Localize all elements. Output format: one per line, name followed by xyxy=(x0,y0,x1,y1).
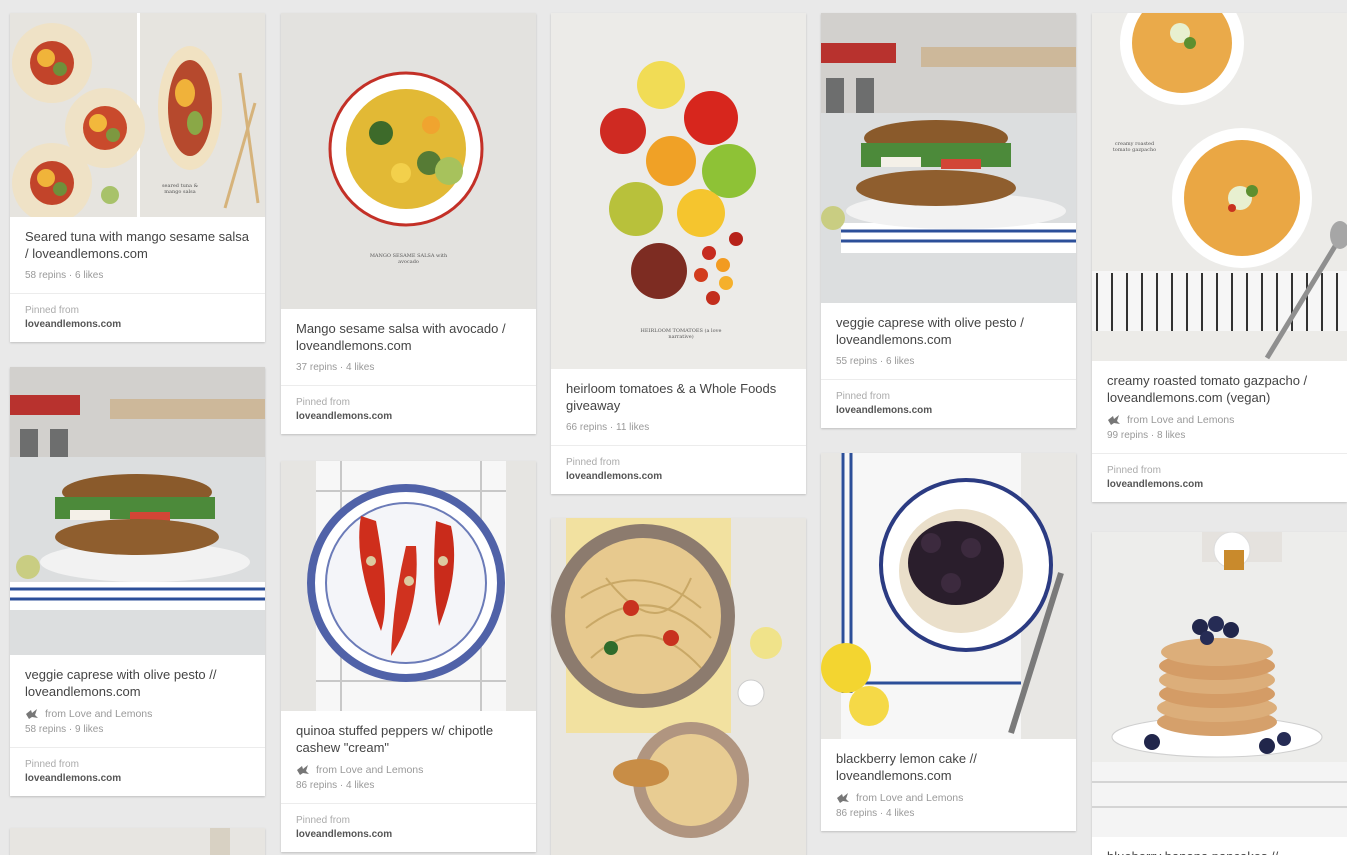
pinned-from[interactable]: Pinned from loveandlemons.com xyxy=(281,803,536,852)
pin-card[interactable]: HEIRLOOM TOMATOES (a love narrative) hei… xyxy=(551,13,806,494)
pin-description[interactable]: veggie caprese with olive pesto / lovean… xyxy=(821,303,1076,356)
pinned-from-domain[interactable]: loveandlemons.com xyxy=(1107,478,1332,492)
pin-image[interactable]: seared tuna & mango salsa xyxy=(10,13,265,217)
pin-image[interactable] xyxy=(1092,532,1347,837)
pinned-from[interactable]: Pinned from loveandlemons.com xyxy=(821,379,1076,428)
stuffed-peppers-photo xyxy=(281,461,536,711)
pinned-from-label: Pinned from xyxy=(25,759,79,770)
pin-stats: 58 repins · 6 likes xyxy=(25,270,104,281)
pinned-from[interactable]: Pinned from loveandlemons.com xyxy=(1092,453,1347,502)
pin-description[interactable]: heirloom tomatoes & a Whole Foods giveaw… xyxy=(551,369,806,422)
pin-stats: 99 repins · 8 likes xyxy=(1107,430,1186,441)
pin-via[interactable]: from Love and Lemons xyxy=(821,792,1076,808)
caprese-sandwich-photo xyxy=(821,13,1076,303)
pin-image[interactable] xyxy=(821,13,1076,303)
pin-via-text[interactable]: from Love and Lemons xyxy=(316,764,423,776)
pin-card[interactable]: blackberry lemon cake // loveandlemons.c… xyxy=(821,453,1076,831)
pin-via[interactable]: from Love and Lemons xyxy=(1092,414,1347,430)
pinned-from-label: Pinned from xyxy=(296,397,350,408)
pancakes-photo xyxy=(1092,532,1347,837)
image-caption: HEIRLOOM TOMATOES (a love narrative) xyxy=(640,328,722,340)
pin-card[interactable]: veggie caprese with olive pesto // lovea… xyxy=(10,367,265,796)
pin-stats: 66 repins · 11 likes xyxy=(566,422,650,433)
pin-card[interactable]: veggie caprese with olive pesto / lovean… xyxy=(821,13,1076,428)
pinned-from-label: Pinned from xyxy=(566,457,620,468)
image-caption: creamy roasted tomato gazpacho xyxy=(1112,141,1157,153)
bird-icon xyxy=(26,709,38,719)
pinned-from-domain[interactable]: loveandlemons.com xyxy=(296,828,521,842)
pin-via[interactable]: from Love and Lemons xyxy=(281,764,536,780)
pin-card[interactable]: seared tuna & mango salsa Seared tuna wi… xyxy=(10,13,265,342)
pinned-from[interactable]: Pinned from loveandlemons.com xyxy=(10,293,265,342)
pin-via-text[interactable]: from Love and Lemons xyxy=(1127,414,1234,426)
pin-via-text[interactable]: from Love and Lemons xyxy=(856,792,963,804)
pinned-from-domain[interactable]: loveandlemons.com xyxy=(836,404,1061,418)
bird-icon xyxy=(1108,415,1120,425)
pin-card[interactable]: blueberry banana pancakes // loveandlemo… xyxy=(1092,532,1347,855)
pin-card[interactable]: quinoa stuffed peppers w/ chipotle cashe… xyxy=(281,461,536,852)
pin-description[interactable]: blackberry lemon cake // loveandlemons.c… xyxy=(821,739,1076,792)
gazpacho-photo xyxy=(1092,13,1347,361)
pinned-from-domain[interactable]: loveandlemons.com xyxy=(25,772,250,786)
pin-description[interactable]: Mango sesame salsa with avocado / lovean… xyxy=(281,309,536,362)
pin-image xyxy=(10,828,265,855)
pin-image[interactable] xyxy=(281,461,536,711)
caprese-sandwich-photo xyxy=(10,367,265,655)
pinned-from-label: Pinned from xyxy=(836,391,890,402)
pin-via[interactable]: from Love and Lemons xyxy=(10,708,265,724)
pin-description[interactable]: quinoa stuffed peppers w/ chipotle cashe… xyxy=(281,711,536,764)
pinned-from-label: Pinned from xyxy=(25,305,79,316)
pin-description[interactable]: Seared tuna with mango sesame salsa / lo… xyxy=(10,217,265,270)
image-caption: MANGO SESAME SALSA with avocado xyxy=(369,253,448,265)
bird-icon xyxy=(837,793,849,803)
bird-icon xyxy=(297,765,309,775)
pin-card[interactable]: creamy roasted tomato gazpacho creamy ro… xyxy=(1092,13,1347,502)
pin-description[interactable]: veggie caprese with olive pesto // lovea… xyxy=(10,655,265,708)
pinned-from-domain[interactable]: loveandlemons.com xyxy=(566,470,791,484)
pin-stats: 55 repins · 6 likes xyxy=(836,356,915,367)
pin-card[interactable] xyxy=(551,518,806,855)
pin-stats: 37 repins · 4 likes xyxy=(296,362,375,373)
tuna-tacos-photo xyxy=(10,13,265,217)
pin-image[interactable] xyxy=(821,453,1076,739)
pin-image[interactable] xyxy=(10,367,265,655)
pinned-from-label: Pinned from xyxy=(1107,465,1161,476)
pin-stats: 58 repins · 9 likes xyxy=(25,724,104,735)
spaghetti-photo xyxy=(551,518,806,855)
pin-via-text[interactable]: from Love and Lemons xyxy=(45,708,152,720)
pin-image[interactable]: HEIRLOOM TOMATOES (a love narrative) xyxy=(551,13,806,369)
pin-image[interactable]: MANGO SESAME SALSA with avocado xyxy=(281,13,536,309)
pin-image[interactable]: creamy roasted tomato gazpacho xyxy=(1092,13,1347,361)
pinned-from[interactable]: Pinned from loveandlemons.com xyxy=(10,747,265,796)
pin-description[interactable]: creamy roasted tomato gazpacho / loveand… xyxy=(1092,361,1347,414)
pin-stats: 86 repins · 4 likes xyxy=(296,780,375,791)
pin-image[interactable] xyxy=(551,518,806,855)
pinned-from-domain[interactable]: loveandlemons.com xyxy=(25,318,250,332)
pinned-from[interactable]: Pinned from loveandlemons.com xyxy=(551,445,806,494)
blackberry-cake-photo xyxy=(821,453,1076,739)
heirloom-tomatoes-photo xyxy=(551,13,806,369)
image-caption: seared tuna & mango salsa xyxy=(161,183,199,195)
pinned-from-label: Pinned from xyxy=(296,815,350,826)
pinned-from-domain[interactable]: loveandlemons.com xyxy=(296,410,521,424)
pin-card[interactable]: MANGO SESAME SALSA with avocado Mango se… xyxy=(281,13,536,434)
pin-stats: 86 repins · 4 likes xyxy=(836,808,915,819)
pin-card[interactable] xyxy=(10,828,265,855)
pinned-from[interactable]: Pinned from loveandlemons.com xyxy=(281,385,536,434)
pin-description[interactable]: blueberry banana pancakes // loveandlemo… xyxy=(1092,837,1347,855)
